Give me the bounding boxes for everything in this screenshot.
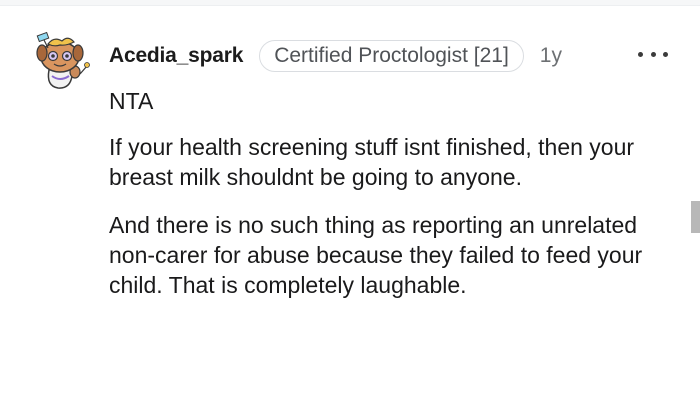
- username-link[interactable]: Acedia_spark: [109, 44, 243, 68]
- scrollbar-thumb[interactable]: [691, 201, 700, 233]
- more-horizontal-icon: [663, 51, 668, 57]
- more-options-button[interactable]: [638, 44, 668, 64]
- user-avatar[interactable]: [32, 26, 90, 90]
- more-horizontal-icon: [638, 51, 643, 57]
- more-horizontal-icon: [650, 51, 656, 57]
- user-flair-badge: Certified Proctologist [21]: [259, 40, 524, 72]
- comment-paragraph: If your health screening stuff isnt fini…: [109, 134, 635, 190]
- comment-header: Acedia_spark Certified Proctologist [21]…: [109, 38, 562, 74]
- comment-age[interactable]: 1y: [540, 44, 562, 68]
- comment: Acedia_spark Certified Proctologist [21]…: [0, 0, 700, 400]
- snoo-avatar-icon: [36, 31, 90, 89]
- comment-paragraph: And there is no such thing as reporting …: [109, 212, 643, 298]
- comment-body: NTA If your health screening stuff isnt …: [109, 86, 669, 318]
- comment-paragraph: NTA: [109, 88, 154, 114]
